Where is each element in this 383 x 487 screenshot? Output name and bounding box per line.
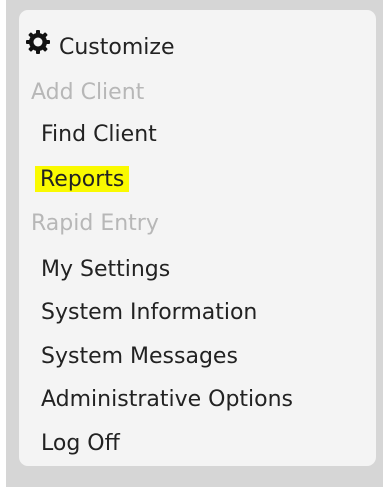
menu-item-find-client[interactable]: Find Client bbox=[41, 121, 157, 149]
menu-item-label: System Information bbox=[41, 300, 258, 325]
menu-item-label: Add Client bbox=[31, 80, 145, 105]
menu-item-customize[interactable]: Customize bbox=[25, 22, 174, 62]
gear-icon bbox=[25, 29, 51, 55]
menu-item-my-settings[interactable]: My Settings bbox=[41, 256, 170, 284]
menu-item-label: Administrative Options bbox=[41, 387, 294, 412]
menu-item-label: Reports bbox=[35, 166, 130, 192]
menu-item-system-information[interactable]: System Information bbox=[41, 299, 257, 327]
menu-item-label: System Messages bbox=[41, 344, 238, 369]
menu-item-log-off[interactable]: Log Off bbox=[41, 430, 120, 458]
menu-item-system-messages[interactable]: System Messages bbox=[41, 343, 238, 371]
menu-item-label: Rapid Entry bbox=[31, 211, 159, 236]
menu-item-reports[interactable]: Reports bbox=[35, 166, 130, 194]
menu-item-label: Find Client bbox=[41, 122, 157, 147]
menu-item-administrative-options[interactable]: Administrative Options bbox=[41, 386, 293, 414]
menu-item-label: My Settings bbox=[41, 257, 171, 282]
menu-item-add-client: Add Client bbox=[31, 79, 144, 107]
menu-item-rapid-entry: Rapid Entry bbox=[31, 210, 159, 238]
menu-item-label: Customize bbox=[59, 35, 175, 60]
menu-item-label: Log Off bbox=[41, 431, 120, 456]
